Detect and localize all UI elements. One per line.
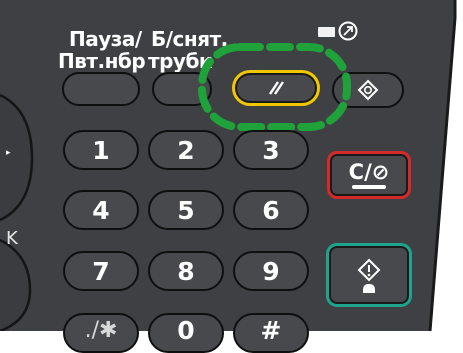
control-panel: ▸ K Пауза/ Пвт.нбр Б/снят. трубк 1 2 3 4… xyxy=(0,0,463,353)
start-lamp xyxy=(363,283,375,293)
clear-stop-lamp xyxy=(352,185,386,189)
key-7[interactable]: 7 xyxy=(63,251,139,291)
key-2[interactable]: 2 xyxy=(148,130,224,170)
energy-saver-icon xyxy=(338,21,358,41)
clear-stop-button[interactable]: C/⊘ xyxy=(327,151,411,199)
pause-label: Пауза/ xyxy=(69,27,142,51)
left-arrow-mark: ▸ xyxy=(6,148,11,158)
key-9[interactable]: 9 xyxy=(233,251,309,291)
key-4[interactable]: 4 xyxy=(63,190,139,230)
start-button[interactable] xyxy=(326,243,412,307)
key-star[interactable]: ./✱ xyxy=(63,313,139,353)
key-8[interactable]: 8 xyxy=(148,251,224,291)
on-hook-label-2: трубк xyxy=(148,49,212,73)
clear-stop-label: C/⊘ xyxy=(348,160,390,184)
pause-redial-button[interactable] xyxy=(62,72,140,106)
energy-indicator-lamp xyxy=(318,27,335,37)
reset-button[interactable] xyxy=(232,70,320,106)
pause-label-2: Пвт.нбр xyxy=(58,49,146,73)
check-status-icon xyxy=(357,79,379,101)
key-6[interactable]: 6 xyxy=(233,190,309,230)
key-0[interactable]: 0 xyxy=(148,313,224,353)
left-k-glyph: K xyxy=(6,228,18,249)
key-3[interactable]: 3 xyxy=(233,130,309,170)
start-diamond-icon xyxy=(357,258,381,281)
key-5[interactable]: 5 xyxy=(148,190,224,230)
on-hook-dial-button[interactable] xyxy=(152,72,212,106)
key-hash[interactable]: # xyxy=(233,313,309,353)
reset-slash-icon xyxy=(269,81,284,95)
on-hook-label: Б/снят. xyxy=(151,27,228,51)
check-status-button[interactable] xyxy=(332,72,404,108)
key-1[interactable]: 1 xyxy=(63,130,139,170)
